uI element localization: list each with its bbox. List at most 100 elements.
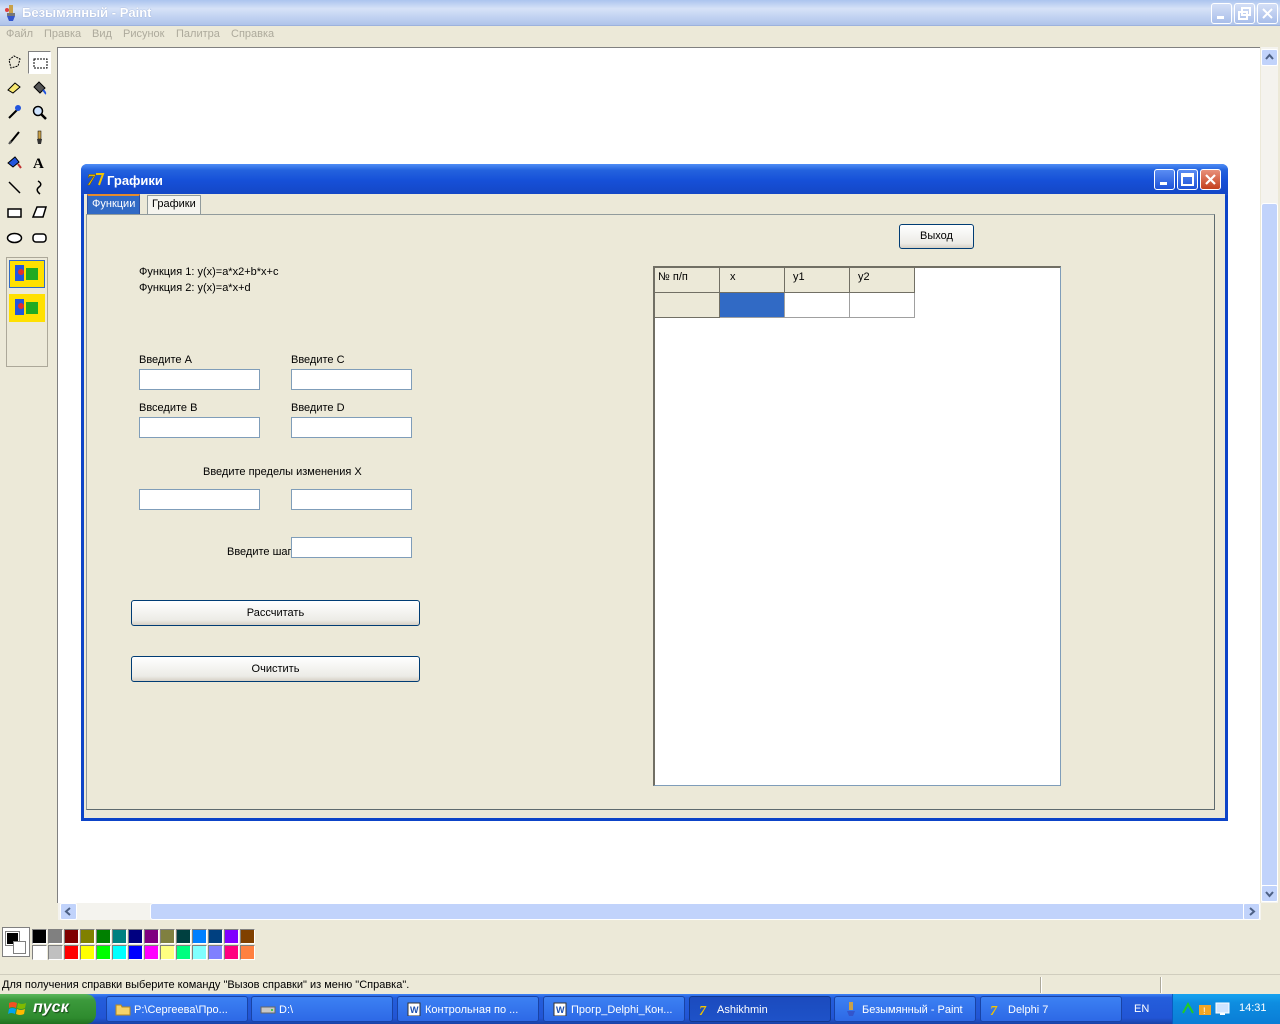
tool-text[interactable]: A — [28, 151, 51, 174]
input-c[interactable] — [291, 369, 412, 390]
language-indicator[interactable]: EN — [1134, 1003, 1149, 1015]
palette-swatch[interactable] — [96, 929, 111, 944]
tool-brush[interactable] — [28, 126, 51, 149]
palette-swatch[interactable] — [96, 945, 111, 960]
input-x-min[interactable] — [139, 489, 260, 510]
taskbar-item-word-doc-2[interactable]: W Прогр_Delphi_Кон... — [543, 996, 685, 1022]
palette-swatch[interactable] — [144, 929, 159, 944]
palette-swatch[interactable] — [48, 945, 63, 960]
menu-help[interactable]: Справка — [231, 28, 274, 40]
scroll-right-button[interactable] — [1243, 903, 1260, 920]
palette-swatch[interactable] — [144, 945, 159, 960]
tab-functions[interactable]: Функции — [87, 194, 141, 216]
tool-free-select[interactable] — [3, 51, 26, 74]
network-icon[interactable] — [1181, 1001, 1195, 1017]
form-maximize-button[interactable] — [1177, 169, 1198, 190]
transparent-background-option-icon[interactable] — [9, 294, 45, 322]
form-minimize-button[interactable] — [1154, 169, 1175, 190]
status-separator — [1160, 977, 1162, 993]
taskbar-item-delphi[interactable]: 7 Delphi 7 — [980, 996, 1122, 1022]
taskbar-item-paint[interactable]: Безымянный - Paint — [834, 996, 976, 1022]
palette-swatch[interactable] — [208, 929, 223, 944]
horizontal-scroll-thumb[interactable] — [150, 903, 1246, 920]
palette-swatch[interactable] — [160, 945, 175, 960]
palette-swatch[interactable] — [176, 929, 191, 944]
paint-title-bar[interactable]: Безымянный - Paint — [0, 0, 1280, 26]
paint-close-button[interactable] — [1257, 3, 1278, 24]
tool-eraser[interactable] — [3, 76, 26, 99]
vertical-scroll-thumb[interactable] — [1261, 203, 1278, 893]
taskbar-item-folder[interactable]: P:\Сергеева\Про... — [106, 996, 248, 1022]
tab-graphs[interactable]: Графики — [147, 195, 201, 215]
palette-swatch[interactable] — [160, 929, 175, 944]
tool-pencil[interactable] — [3, 126, 26, 149]
horizontal-scrollbar[interactable] — [58, 903, 1261, 920]
palette-swatch[interactable] — [224, 945, 239, 960]
menu-view[interactable]: Вид — [92, 28, 112, 40]
form-title-bar[interactable]: 7 Графики — [81, 164, 1228, 194]
taskbar-item-drive[interactable]: D:\ — [251, 996, 393, 1022]
scroll-up-button[interactable] — [1261, 49, 1278, 66]
scroll-down-button[interactable] — [1261, 885, 1278, 902]
palette-swatch[interactable] — [80, 929, 95, 944]
palette-swatch[interactable] — [48, 929, 63, 944]
tool-polygon[interactable] — [28, 201, 51, 224]
input-a[interactable] — [139, 369, 260, 390]
opaque-background-option-icon[interactable] — [9, 260, 45, 288]
tool-line[interactable] — [3, 176, 26, 199]
palette-swatch[interactable] — [112, 929, 127, 944]
clear-button[interactable]: Очистить — [131, 656, 420, 682]
tool-airbrush[interactable] — [3, 151, 26, 174]
grid-cell-x[interactable] — [720, 293, 785, 318]
word-document-icon: W — [553, 1002, 567, 1016]
form-close-button[interactable] — [1200, 169, 1221, 190]
calculate-button[interactable]: Рассчитать — [131, 600, 420, 626]
palette-swatch[interactable] — [208, 945, 223, 960]
palette-swatch[interactable] — [128, 945, 143, 960]
taskbar-item-word-doc-1[interactable]: W Контрольная по ... — [397, 996, 539, 1022]
exit-button[interactable]: Выход — [899, 224, 974, 249]
palette-swatch[interactable] — [240, 945, 255, 960]
tool-ellipse[interactable] — [3, 226, 26, 249]
tool-rect-select[interactable] — [28, 51, 51, 74]
grid-row-number-cell[interactable] — [655, 293, 720, 318]
input-step[interactable] — [291, 537, 412, 558]
paint-minimize-button[interactable] — [1211, 3, 1232, 24]
scroll-left-button[interactable] — [60, 903, 77, 920]
tool-fill[interactable] — [28, 76, 51, 99]
menu-colors[interactable]: Палитра — [176, 28, 220, 40]
menu-edit[interactable]: Правка — [44, 28, 81, 40]
paint-restore-button[interactable] — [1234, 3, 1255, 24]
tool-curve[interactable] — [28, 176, 51, 199]
tool-magnifier[interactable] — [28, 101, 51, 124]
palette-swatch[interactable] — [192, 945, 207, 960]
palette-swatch[interactable] — [240, 929, 255, 944]
palette-swatch[interactable] — [112, 945, 127, 960]
tool-rectangle[interactable] — [3, 201, 26, 224]
palette-swatch[interactable] — [224, 929, 239, 944]
monitor-icon[interactable] — [1215, 1001, 1231, 1017]
palette-swatch[interactable] — [192, 929, 207, 944]
input-d[interactable] — [291, 417, 412, 438]
input-x-max[interactable] — [291, 489, 412, 510]
start-button[interactable]: пуск — [0, 994, 96, 1024]
palette-swatch[interactable] — [64, 929, 79, 944]
tool-rounded-rectangle[interactable] — [28, 226, 51, 249]
palette-swatch[interactable] — [32, 945, 47, 960]
menu-file[interactable]: Файл — [6, 28, 33, 40]
input-b[interactable] — [139, 417, 260, 438]
results-grid[interactable]: № п/п x y1 y2 — [653, 266, 1061, 786]
grid-cell-y2[interactable] — [850, 293, 915, 318]
vertical-scrollbar[interactable] — [1261, 47, 1278, 903]
palette-swatch[interactable] — [80, 945, 95, 960]
menu-image[interactable]: Рисунок — [123, 28, 165, 40]
palette-swatch[interactable] — [32, 929, 47, 944]
palette-swatch[interactable] — [128, 929, 143, 944]
palette-swatch[interactable] — [64, 945, 79, 960]
taskbar-item-ashikhmin[interactable]: 7 Ashikhmin — [689, 996, 831, 1022]
tool-color-picker[interactable] — [3, 101, 26, 124]
palette-swatch[interactable] — [176, 945, 191, 960]
grid-cell-y1[interactable] — [785, 293, 850, 318]
current-colors-indicator[interactable] — [2, 927, 30, 957]
security-alert-icon[interactable]: ! — [1198, 1001, 1212, 1017]
